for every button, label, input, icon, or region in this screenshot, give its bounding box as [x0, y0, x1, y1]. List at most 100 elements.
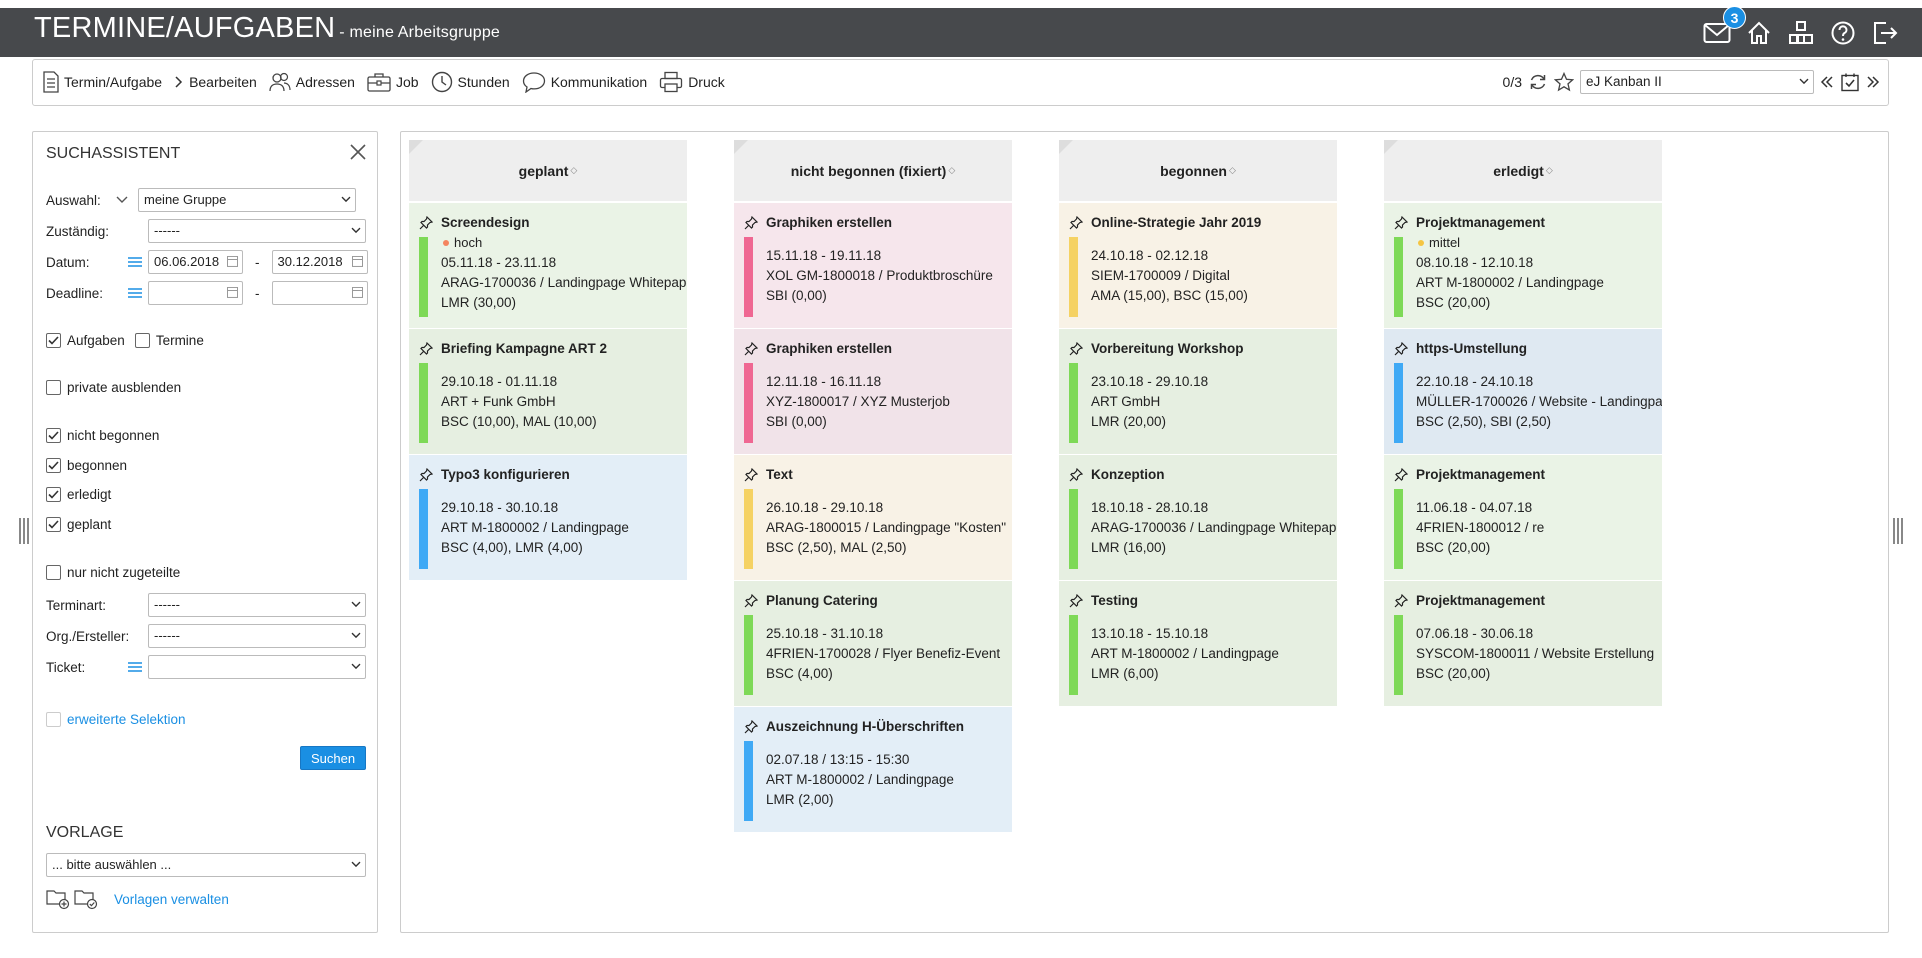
ticket-select[interactable]	[148, 655, 366, 679]
pin-icon[interactable]	[1069, 342, 1083, 356]
task-card[interactable]: Online-Strategie Jahr 2019 24.10.18 - 02.…	[1059, 203, 1337, 329]
folder-add-icon[interactable]	[46, 888, 70, 910]
task-card[interactable]: Text 26.10.18 - 29.10.18 ARAG-1800015 / La…	[734, 455, 1012, 581]
task-card[interactable]: Auszeichnung H-Überschriften 02.07.18 / 1…	[734, 707, 1012, 833]
modules-icon[interactable]	[1786, 18, 1816, 48]
logout-icon[interactable]	[1870, 18, 1900, 48]
vorlagen-verwalten-link[interactable]: Vorlagen verwalten	[114, 892, 229, 907]
pin-icon[interactable]	[744, 342, 758, 356]
deadline-to-field[interactable]	[271, 281, 368, 305]
task-card[interactable]: https-Umstellung 22.10.18 - 24.10.18 MÜLLE…	[1384, 329, 1662, 455]
mail-icon[interactable]: 3	[1702, 6, 1746, 48]
vorlage-select[interactable]: ... bitte auswählen ...	[46, 853, 366, 877]
task-card[interactable]: Vorbereitung Workshop 23.10.18 - 29.10.18…	[1059, 329, 1337, 455]
column-corner-marker	[734, 140, 748, 154]
calendar-check-icon[interactable]	[1840, 72, 1860, 92]
task-card[interactable]: Testing 13.10.18 - 15.10.18 ART M-1800002 …	[1059, 581, 1337, 707]
geplant-checkbox[interactable]	[46, 517, 61, 532]
column-header[interactable]: geplant ◇	[409, 140, 687, 203]
toolbar-druck[interactable]: Druck	[659, 71, 725, 93]
column-header[interactable]: nicht begonnen (fixiert) ◇	[734, 140, 1012, 203]
toolbar-adressen[interactable]: Adressen	[269, 72, 355, 92]
pin-icon[interactable]	[744, 468, 758, 482]
sort-icon[interactable]: ◇	[1229, 165, 1236, 176]
pin-icon[interactable]	[1394, 342, 1408, 356]
toolbar-job[interactable]: Job	[367, 72, 419, 92]
list-icon[interactable]	[128, 256, 142, 268]
task-card[interactable]: Planung Catering 25.10.18 - 31.10.18 4FRIE…	[734, 581, 1012, 707]
pin-icon[interactable]	[1394, 594, 1408, 608]
pin-icon[interactable]	[1394, 216, 1408, 230]
sort-icon[interactable]: ◇	[570, 165, 577, 176]
nur-nicht-zugeteilte-checkbox[interactable]	[46, 565, 61, 580]
pin-icon[interactable]	[744, 216, 758, 230]
erweiterte-selektion-link[interactable]: erweiterte Selektion	[67, 712, 186, 727]
double-chevron-left-icon[interactable]	[1820, 75, 1834, 89]
home-icon[interactable]	[1744, 18, 1774, 48]
status-color-bar	[1069, 489, 1078, 569]
zustaendig-select[interactable]: ------	[148, 219, 366, 243]
list-icon[interactable]	[128, 661, 142, 673]
task-card[interactable]: Graphiken erstellen 15.11.18 - 19.11.18 XO…	[734, 203, 1012, 329]
task-card[interactable]: Projektmanagement 11.06.18 - 04.07.18 4FRI…	[1384, 455, 1662, 581]
sort-icon[interactable]: ◇	[948, 165, 955, 176]
chevron-down-icon[interactable]	[116, 196, 128, 204]
calendar-icon[interactable]	[351, 286, 363, 298]
pin-icon[interactable]	[1394, 468, 1408, 482]
erledigt-checkbox[interactable]	[46, 487, 61, 502]
close-icon[interactable]	[349, 143, 367, 161]
help-icon[interactable]	[1828, 18, 1858, 48]
double-chevron-right-icon[interactable]	[1866, 75, 1880, 89]
task-card[interactable]: Konzeption 18.10.18 - 28.10.18 ARAG-170003…	[1059, 455, 1337, 581]
datum-from-field[interactable]: 06.06.2018	[148, 250, 243, 274]
calendar-icon[interactable]	[351, 255, 363, 267]
auswahl-value: meine Gruppe	[144, 192, 227, 207]
task-card[interactable]: Typo3 konfigurieren 29.10.18 - 30.10.18 AR…	[409, 455, 687, 581]
toolbar-termin-aufgabe[interactable]: Termin/Aufgabe	[43, 71, 162, 93]
refresh-icon[interactable]	[1528, 72, 1548, 92]
pin-icon[interactable]	[1069, 216, 1083, 230]
termine-label: Termine	[155, 333, 204, 348]
pin-icon[interactable]	[419, 342, 433, 356]
private-ausblenden-checkbox[interactable]	[46, 380, 61, 395]
pin-icon[interactable]	[1069, 468, 1083, 482]
nicht-begonnen-checkbox[interactable]	[46, 428, 61, 443]
pin-icon[interactable]	[744, 594, 758, 608]
pin-icon[interactable]	[419, 216, 433, 230]
erweiterte-selektion-checkbox[interactable]	[46, 712, 61, 727]
folder-check-icon[interactable]	[74, 888, 98, 910]
task-card[interactable]: Screendesign hoch 05.11.18 - 23.11.18 ARAG-…	[409, 203, 687, 329]
sort-icon[interactable]: ◇	[1546, 165, 1553, 176]
aufgaben-checkbox[interactable]	[46, 333, 61, 348]
org-ersteller-select[interactable]: ------	[148, 624, 366, 648]
card-title: Planung Catering	[766, 593, 878, 608]
task-card[interactable]: Projektmanagement mittel 08.10.18 - 12.10.…	[1384, 203, 1662, 329]
toolbar-bearbeiten[interactable]: Bearbeiten	[174, 74, 257, 90]
task-card[interactable]: Graphiken erstellen 12.11.18 - 16.11.18 XY…	[734, 329, 1012, 455]
calendar-icon[interactable]	[227, 255, 238, 267]
aufgaben-label: Aufgaben	[67, 333, 125, 348]
left-resize-handle[interactable]	[19, 518, 31, 544]
terminart-select[interactable]: ------	[148, 593, 366, 617]
view-select[interactable]: eJ Kanban II	[1580, 70, 1814, 94]
task-card[interactable]: Briefing Kampagne ART 2 29.10.18 - 01.11.…	[409, 329, 687, 455]
begonnen-checkbox[interactable]	[46, 458, 61, 473]
search-button[interactable]: Suchen	[300, 746, 366, 770]
card-people: LMR (16,00)	[1091, 540, 1167, 555]
calendar-icon[interactable]	[227, 286, 238, 298]
deadline-from-field[interactable]	[148, 281, 243, 305]
column-header[interactable]: erledigt ◇	[1384, 140, 1662, 203]
task-card[interactable]: Projektmanagement 07.06.18 - 30.06.18 SYSC…	[1384, 581, 1662, 707]
right-resize-handle[interactable]	[1893, 518, 1905, 544]
pin-icon[interactable]	[1069, 594, 1083, 608]
star-icon[interactable]	[1554, 72, 1574, 92]
column-header[interactable]: begonnen ◇	[1059, 140, 1337, 203]
pin-icon[interactable]	[419, 468, 433, 482]
list-icon[interactable]	[128, 287, 142, 299]
toolbar-kommunikation[interactable]: Kommunikation	[522, 71, 647, 93]
termine-checkbox[interactable]	[134, 333, 150, 348]
pin-icon[interactable]	[744, 720, 758, 734]
toolbar-stunden[interactable]: Stunden	[431, 71, 510, 93]
auswahl-select[interactable]: meine Gruppe	[138, 188, 356, 212]
datum-to-field[interactable]: 30.12.2018	[271, 250, 368, 274]
